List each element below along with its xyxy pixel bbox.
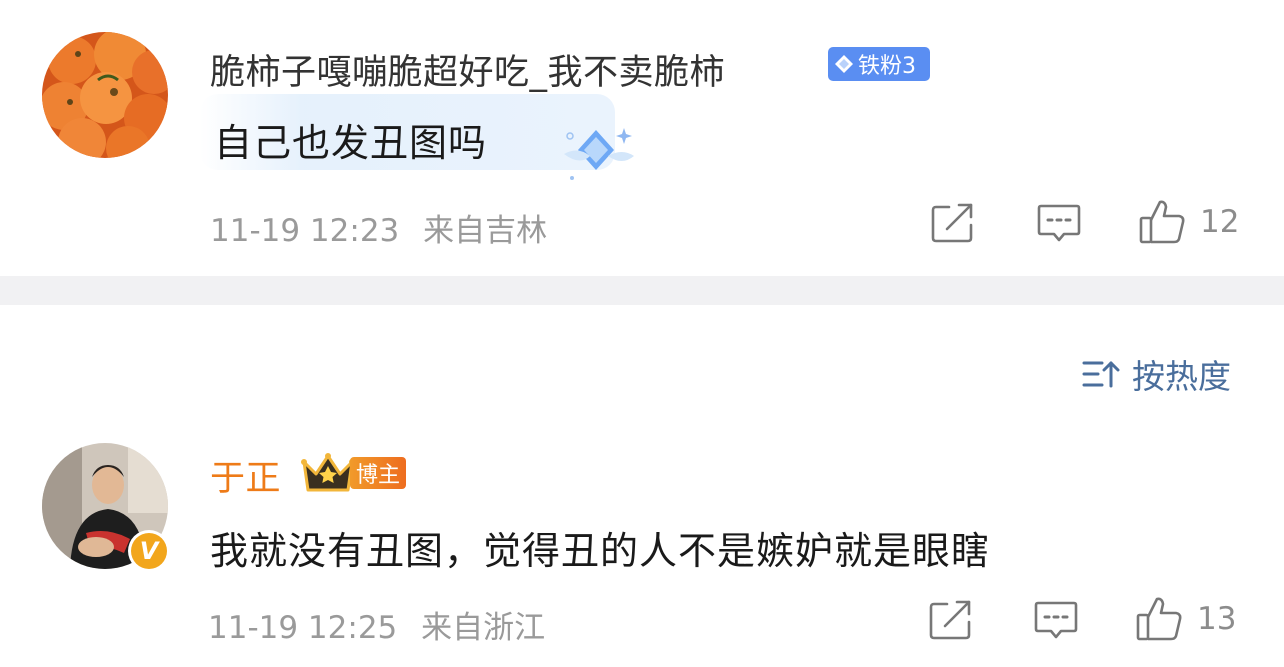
crown-icon <box>301 453 355 492</box>
like-count: 12 <box>1200 204 1240 240</box>
like-button[interactable]: 13 <box>1135 595 1236 643</box>
comment-text: 我就没有丑图，觉得丑的人不是嫉妒就是眼瞎 <box>210 529 991 573</box>
comment-text: 自己也发丑图吗 <box>214 121 488 165</box>
sort-by-hot-button[interactable]: 按热度 <box>1082 350 1231 398</box>
verified-v-icon: V <box>131 533 167 569</box>
comment-icon <box>1037 204 1081 242</box>
thumbs-up-icon <box>1139 200 1185 244</box>
comment-item: 脆柿子嘎嘣脆超好吃_我不卖脆柿 铁粉3 自己也发丑图吗 11-19 12:23 … <box>0 0 1284 276</box>
location: 来自吉林 <box>423 213 548 249</box>
timestamp: 11-19 12:25 <box>208 610 398 646</box>
like-button[interactable]: 12 <box>1138 198 1239 246</box>
share-icon <box>929 600 971 640</box>
sort-icon <box>1082 361 1120 388</box>
timestamp: 11-19 12:23 <box>210 213 400 249</box>
sort-label: 按热度 <box>1132 357 1231 396</box>
share-button[interactable] <box>929 600 973 640</box>
username[interactable]: 于正 <box>210 450 281 501</box>
persimmon-avatar-icon[interactable] <box>42 32 168 158</box>
share-icon <box>931 203 973 243</box>
comment-meta: 11-19 12:25 来自浙江 <box>208 602 545 647</box>
fan-level-label: 铁粉3 <box>858 54 916 79</box>
like-count: 13 <box>1197 601 1237 637</box>
location: 来自浙江 <box>421 610 546 646</box>
thumbs-up-icon <box>1136 597 1182 641</box>
comment-meta: 11-19 12:23 来自吉林 <box>210 205 547 250</box>
blogger-label: 博主 <box>350 457 407 489</box>
reply-button[interactable] <box>1037 203 1081 245</box>
fan-level-badge[interactable]: 铁粉3 <box>828 47 930 81</box>
username[interactable]: 脆柿子嘎嘣脆超好吃_我不卖脆柿 <box>210 44 725 95</box>
comment-item: V 于正 博主 我就没有丑图，觉得丑的人不是嫉妒就是眼瞎 11-19 12:25… <box>0 420 1284 667</box>
verified-badge: V <box>128 530 170 572</box>
blogger-badge[interactable]: 博主 <box>300 452 407 494</box>
comment-icon <box>1034 601 1078 639</box>
reply-button[interactable] <box>1034 600 1078 642</box>
share-button[interactable] <box>931 203 975 243</box>
section-divider <box>0 276 1284 305</box>
diamond-icon <box>835 55 853 73</box>
diamond-sparkle-icon <box>564 128 634 180</box>
